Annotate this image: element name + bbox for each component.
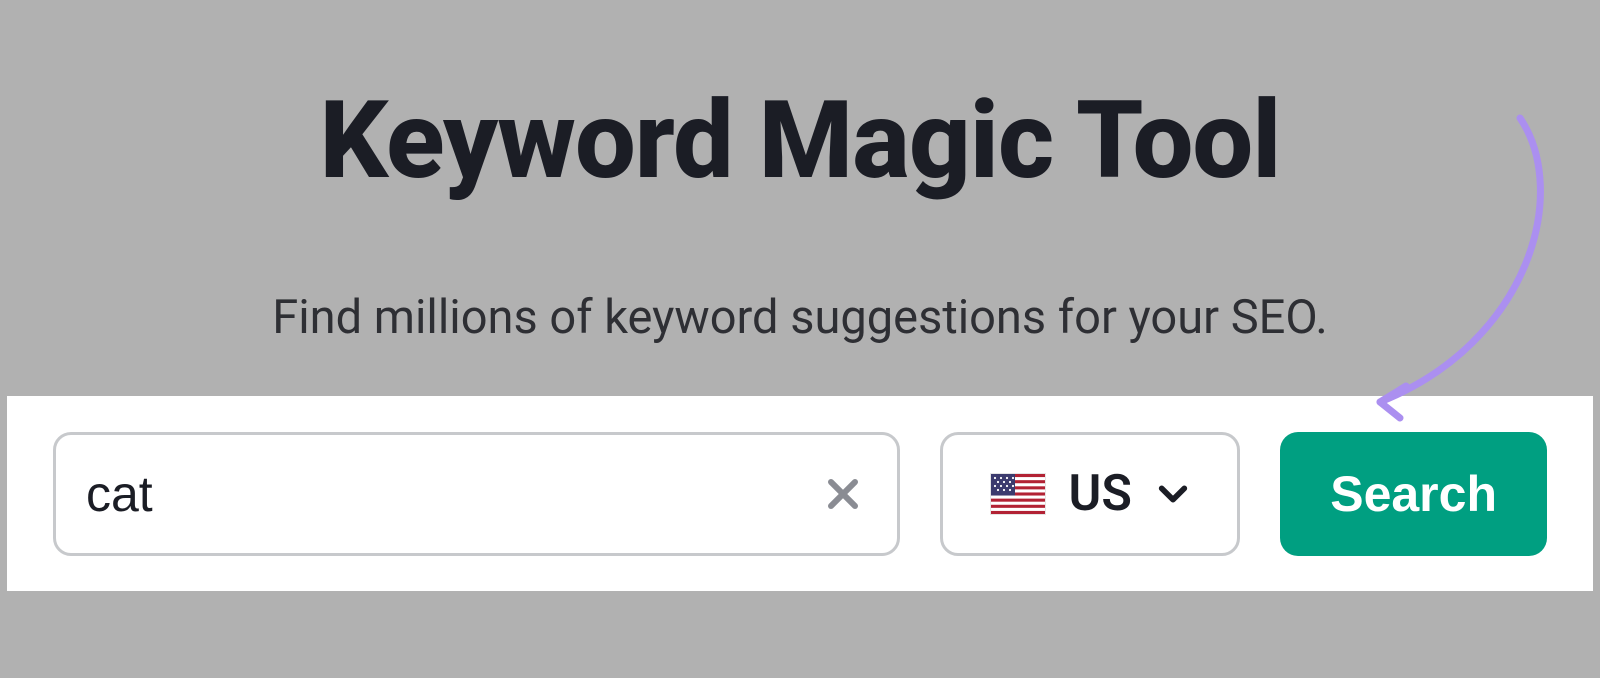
clear-input-button[interactable] [819, 470, 867, 518]
keyword-input[interactable] [86, 465, 819, 523]
search-bar: US Search [7, 396, 1593, 591]
country-code-label: US [1069, 465, 1132, 523]
chevron-down-icon [1156, 477, 1190, 511]
close-icon [825, 476, 861, 512]
page: Keyword Magic Tool Find millions of keyw… [0, 0, 1600, 678]
annotation-arrow [1360, 112, 1580, 432]
keyword-input-wrap [53, 432, 900, 556]
page-title: Keyword Magic Tool [320, 78, 1281, 204]
page-subtitle: Find millions of keyword suggestions for… [272, 290, 1327, 345]
search-button[interactable]: Search [1280, 432, 1547, 556]
country-select[interactable]: US [940, 432, 1240, 556]
us-flag-icon [991, 474, 1045, 514]
search-button-label: Search [1330, 465, 1497, 523]
